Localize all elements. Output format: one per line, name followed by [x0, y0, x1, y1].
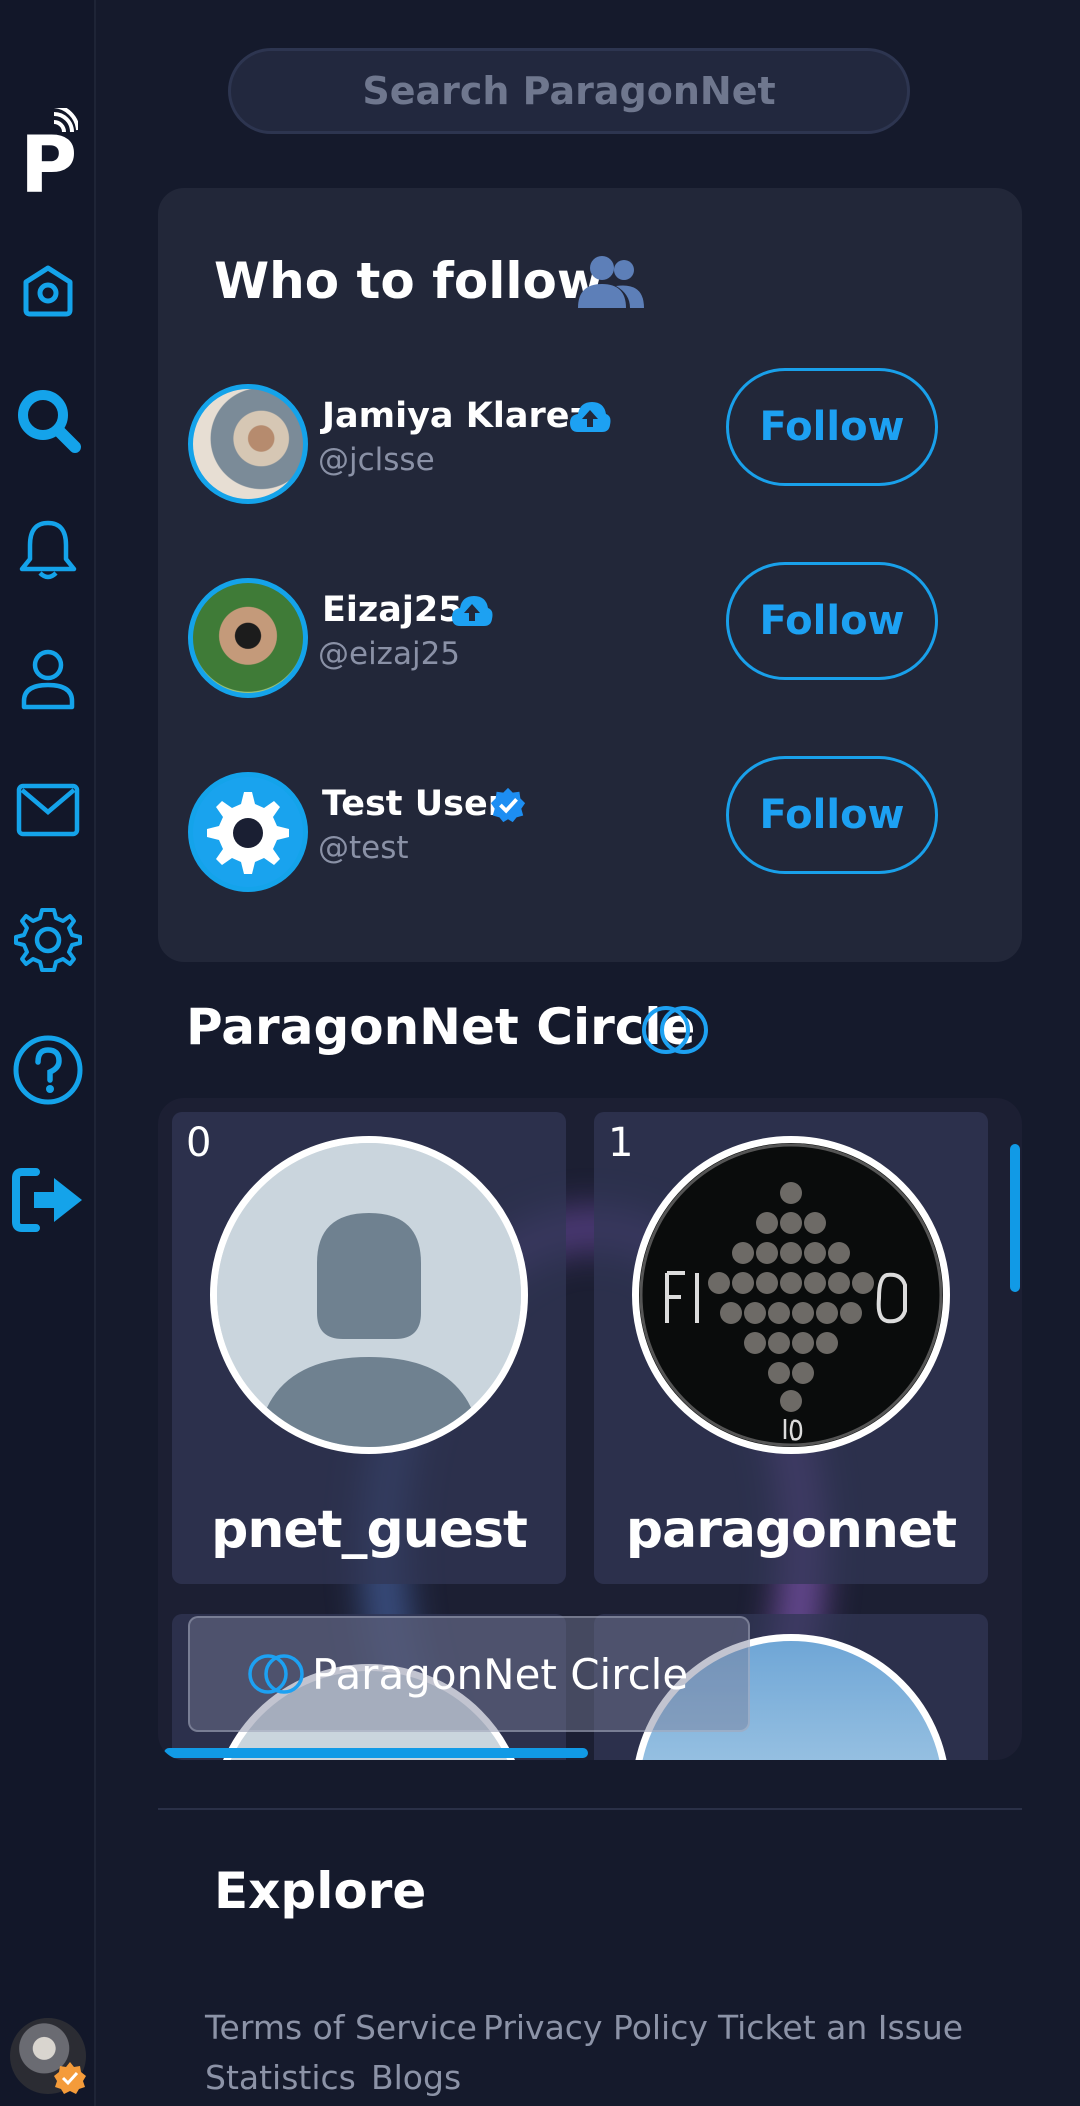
badge-icon — [54, 2062, 86, 2094]
sidebar-item-home[interactable] — [8, 250, 88, 330]
follow-button[interactable]: Follow — [726, 562, 938, 680]
tile-index: 0 — [186, 1120, 212, 1166]
user-handle: @test — [318, 830, 409, 866]
statistics-link[interactable]: Statistics — [205, 2058, 356, 2097]
follow-button[interactable]: Follow — [726, 756, 938, 874]
user-name[interactable]: Jamiya Klarez — [322, 396, 590, 436]
privacy-link[interactable]: Privacy Policy — [483, 2008, 708, 2047]
avatar[interactable] — [188, 384, 308, 504]
sidebar: P — [0, 0, 96, 2106]
circle-member-tile[interactable]: 1 paragonnet — [594, 1112, 988, 1584]
sidebar-item-settings[interactable] — [8, 900, 88, 980]
avatar — [210, 1136, 528, 1454]
ticket-link[interactable]: Ticket an Issue — [718, 2008, 963, 2047]
circle-member-tile[interactable]: 0 pnet_guest — [172, 1112, 566, 1584]
bell-icon — [19, 520, 77, 580]
vertical-scrollbar[interactable] — [1010, 1144, 1020, 1292]
follow-suggestion-row: Jamiya Klarez @jclsse Follow — [158, 368, 1022, 504]
user-icon — [21, 649, 75, 710]
user-name[interactable]: Eizaj25 — [322, 590, 463, 630]
terms-link[interactable]: Terms of Service — [205, 2008, 477, 2047]
cloud-upload-icon — [570, 402, 611, 432]
logout-icon — [12, 1168, 82, 1232]
horizontal-scrollbar[interactable] — [164, 1748, 588, 1758]
circle-title: ParagonNet Circle — [186, 998, 696, 1056]
avatar — [632, 1136, 950, 1454]
sidebar-item-profile[interactable] — [8, 640, 88, 720]
user-name[interactable]: Test User — [322, 784, 505, 824]
tile-username: paragonnet — [625, 1500, 957, 1560]
search-bar[interactable] — [228, 48, 910, 134]
verified-icon — [490, 787, 526, 823]
user-handle: @eizaj25 — [318, 636, 461, 672]
circles-icon — [248, 1654, 304, 1694]
circles-icon — [642, 1006, 708, 1054]
sidebar-item-messages[interactable] — [8, 770, 88, 850]
avatar[interactable] — [188, 578, 308, 698]
user-handle: @jclsse — [318, 442, 435, 478]
follow-suggestion-row: Eizaj25 @eizaj25 Follow — [158, 562, 1022, 698]
sidebar-item-help[interactable] — [8, 1030, 88, 1110]
group-photo-image — [639, 1143, 943, 1447]
paragonnet-logo[interactable]: P — [18, 108, 78, 198]
users-icon — [578, 256, 644, 308]
who-to-follow-title: Who to follow — [214, 252, 604, 310]
who-to-follow-card: Who to follow Jamiya Klarez @jclsse Foll… — [158, 188, 1022, 962]
search-icon — [18, 390, 81, 453]
gear-icon — [207, 792, 289, 874]
cloud-upload-icon — [452, 596, 493, 626]
circle-label-chip[interactable]: ParagonNet Circle — [188, 1616, 750, 1732]
avatar[interactable] — [188, 772, 308, 892]
follow-button[interactable]: Follow — [726, 368, 938, 486]
tile-index: 1 — [608, 1120, 634, 1166]
search-input[interactable] — [231, 69, 907, 113]
explore-title: Explore — [214, 1862, 427, 1920]
circle-panel[interactable]: 0 pnet_guest 1 paragonnet ParagonNet Cir… — [158, 1098, 1022, 1760]
gear-icon — [14, 908, 82, 972]
help-icon — [13, 1035, 83, 1105]
svg-text:P: P — [20, 121, 77, 198]
chip-label: ParagonNet Circle — [312, 1649, 689, 1699]
tile-username: pnet_guest — [211, 1500, 528, 1560]
divider — [158, 1808, 1022, 1810]
follow-suggestion-row: Test User @test Follow — [158, 756, 1022, 892]
blogs-link[interactable]: Blogs — [371, 2058, 461, 2097]
sidebar-item-logout[interactable] — [8, 1160, 88, 1240]
mail-icon — [16, 783, 80, 837]
default-avatar-icon — [217, 1143, 521, 1447]
sidebar-item-notifications[interactable] — [8, 510, 88, 590]
sidebar-item-search[interactable] — [8, 380, 88, 460]
home-icon — [23, 265, 73, 317]
